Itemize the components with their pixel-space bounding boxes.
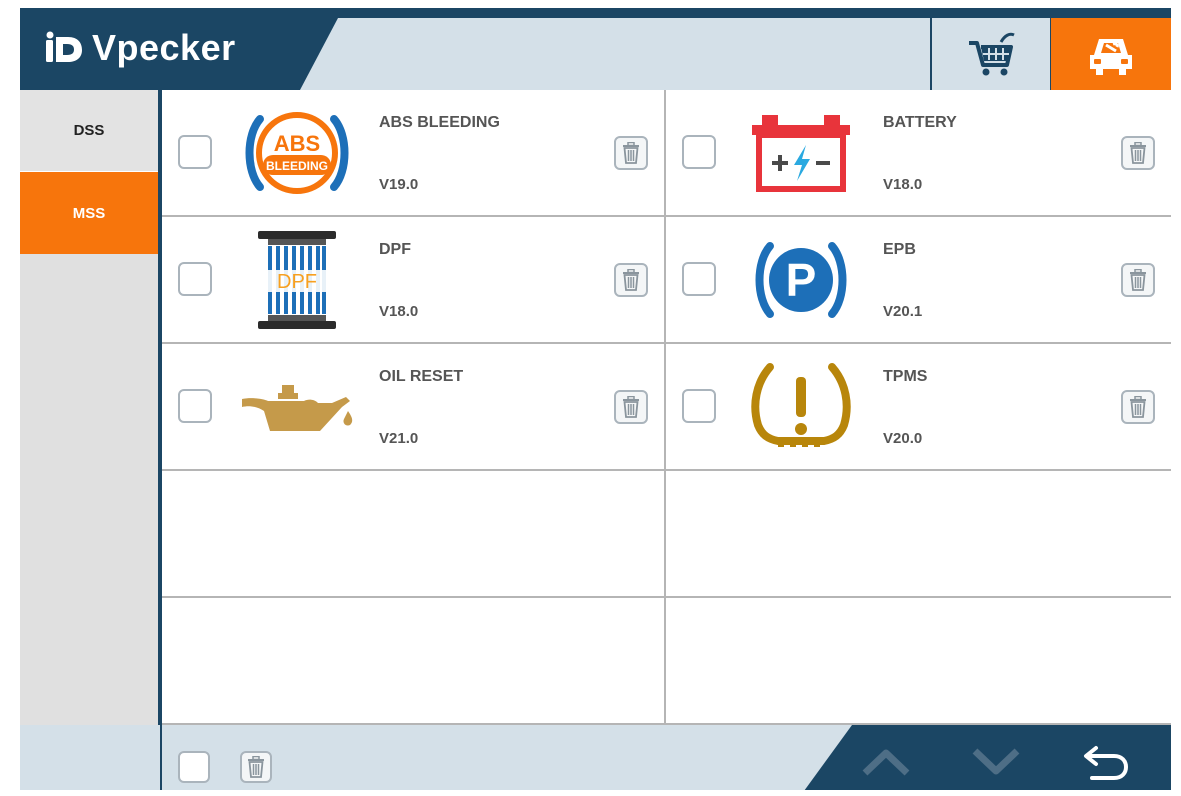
function-card-oil-reset[interactable]: OIL RESET V21.0	[162, 344, 666, 471]
header: Vpecker	[20, 8, 1171, 90]
trash-icon	[1130, 142, 1146, 164]
car-repair-icon	[1090, 39, 1132, 75]
back-button[interactable]	[1078, 739, 1134, 785]
trash-icon	[623, 269, 639, 291]
svg-text:DPF: DPF	[277, 271, 317, 293]
function-name: ABS BLEEDING	[379, 114, 500, 131]
oil-can-icon	[238, 358, 356, 456]
bottom-toolbar-left	[20, 725, 160, 791]
brand-logo-icon	[46, 31, 82, 62]
function-card-battery[interactable]: BATTERY V18.0	[666, 90, 1171, 217]
battery-icon	[742, 104, 860, 202]
function-version: V19.0	[379, 176, 419, 193]
delete-button[interactable]	[614, 263, 648, 297]
sidebar-item-dss[interactable]: DSS	[20, 90, 158, 172]
page-down-button[interactable]	[968, 739, 1024, 785]
svg-text:ABS: ABS	[274, 131, 320, 156]
brand-logo: Vpecker	[44, 27, 236, 68]
trash-icon	[1130, 269, 1146, 291]
trash-icon	[1130, 396, 1146, 418]
trash-icon	[248, 756, 264, 778]
sidebar-item-label: DSS	[73, 122, 105, 139]
sidebar: DSS MSS	[20, 90, 160, 725]
delete-button[interactable]	[614, 136, 648, 170]
select-checkbox[interactable]	[682, 135, 716, 169]
abs-bleeding-icon: ABS BLEEDING	[238, 104, 356, 202]
function-version: V18.0	[379, 303, 419, 320]
function-name: TPMS	[883, 368, 928, 385]
back-arrow-icon	[1084, 746, 1129, 780]
dpf-filter-icon: DPF	[238, 231, 356, 329]
function-name: BATTERY	[883, 114, 957, 131]
header-title-area	[300, 18, 951, 90]
trash-icon	[623, 142, 639, 164]
select-checkbox[interactable]	[682, 262, 716, 296]
function-version: V18.0	[883, 176, 923, 193]
empty-slot	[666, 471, 1171, 598]
delete-button[interactable]	[614, 390, 648, 424]
select-checkbox[interactable]	[178, 135, 212, 169]
select-all-checkbox[interactable]	[178, 751, 210, 783]
parking-brake-icon: P	[742, 231, 860, 329]
select-checkbox[interactable]	[178, 262, 212, 296]
delete-selected-button[interactable]	[240, 751, 272, 783]
tire-pressure-icon	[742, 358, 860, 456]
function-name: EPB	[883, 241, 916, 258]
svg-text:P: P	[786, 254, 817, 306]
select-checkbox[interactable]	[682, 389, 716, 423]
svg-text:BLEEDING: BLEEDING	[266, 159, 328, 173]
cart-icon	[969, 32, 1015, 76]
function-card-abs-bleeding[interactable]: ABS BLEEDING ABS BLEEDING V19.0	[162, 90, 666, 217]
function-name: OIL RESET	[379, 368, 464, 385]
page-up-button[interactable]	[858, 739, 914, 785]
cart-button[interactable]	[930, 18, 1050, 90]
empty-slot	[666, 598, 1171, 725]
function-name: DPF	[379, 241, 411, 258]
delete-button[interactable]	[1121, 390, 1155, 424]
chevron-up-icon	[862, 749, 910, 776]
brand-name: Vpecker	[92, 27, 236, 68]
app-frame: Vpecker DSS MSS ABS BLEEDING ABS BLEEDIN…	[20, 8, 1171, 791]
car-repair-button[interactable]	[1051, 18, 1171, 90]
function-grid: ABS BLEEDING ABS BLEEDING V19.0 BATTERY …	[162, 90, 1171, 725]
function-version: V20.1	[883, 303, 923, 320]
sidebar-item-label: MSS	[72, 204, 106, 222]
empty-slot	[162, 471, 666, 598]
select-checkbox[interactable]	[178, 389, 212, 423]
function-card-epb[interactable]: P EPB V20.1	[666, 217, 1171, 344]
function-version: V21.0	[379, 430, 419, 447]
delete-button[interactable]	[1121, 136, 1155, 170]
empty-slot	[162, 598, 666, 725]
trash-icon	[623, 396, 639, 418]
chevron-down-icon	[972, 748, 1020, 775]
bottom-toolbar	[20, 725, 1171, 791]
function-card-dpf[interactable]: DPF DPF V18.0	[162, 217, 666, 344]
sidebar-item-mss[interactable]: MSS	[20, 172, 158, 254]
delete-button[interactable]	[1121, 263, 1155, 297]
function-card-tpms[interactable]: TPMS V20.0	[666, 344, 1171, 471]
function-version: V20.0	[883, 430, 923, 447]
